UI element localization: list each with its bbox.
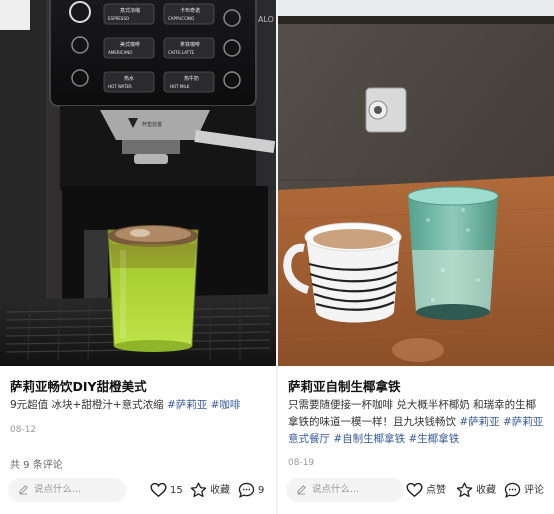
comment-count: 9	[258, 485, 265, 496]
hashtag-italian-restaurant[interactable]: 意式餐厅	[288, 433, 330, 445]
post-action-bar: 说点什么... 点赞 收藏 评论	[278, 478, 554, 504]
post-description[interactable]: 9元超值 冰块+甜橙汁+意式浓缩 #萨莉亚 #咖啡	[10, 397, 268, 414]
post-date: 08-19	[288, 458, 315, 468]
svg-text:拿铁咖啡: 拿铁咖啡	[180, 41, 200, 48]
svg-text:热水: 热水	[124, 75, 134, 82]
comment-button[interactable]: 评论	[504, 481, 548, 501]
hashtag-coffee[interactable]: #咖啡	[211, 399, 241, 411]
svg-text:ESPRESSO: ESPRESSO	[108, 16, 129, 21]
post-description[interactable]: 只需要随便接一杯咖啡 兑大概半杯椰奶 和瑞幸的生椰 拿铁的味道一模一样！且九块钱…	[288, 397, 546, 448]
svg-text:CAFFE LATTE: CAFFE LATTE	[168, 50, 194, 55]
collect-label: 收藏	[476, 485, 496, 496]
like-button[interactable]: 点赞	[406, 481, 450, 501]
post-title[interactable]: 萨莉亚自制生椰拿铁	[288, 376, 401, 395]
social-feed: 意式浓缩 ESPRESSO 卡布奇诺 CAPPUCCINO 美式咖啡 AMERI…	[0, 0, 554, 514]
hashtag-saliya[interactable]: #萨莉亚	[167, 399, 207, 411]
heart-icon	[150, 482, 167, 498]
comment-button[interactable]: 9	[238, 481, 270, 501]
svg-text:CAPPUCCINO: CAPPUCCINO	[168, 16, 194, 21]
collect-button[interactable]: 收藏	[190, 481, 232, 501]
hashtag-saliya[interactable]: #萨莉亚	[459, 416, 499, 428]
svg-text:美式咖啡: 美式咖啡	[120, 41, 140, 48]
post-photo-coconut-latte[interactable]	[278, 0, 554, 366]
heart-icon	[406, 482, 423, 498]
like-label: 点赞	[426, 485, 446, 496]
pen-icon	[19, 485, 28, 495]
comment-input[interactable]: 说点什么...	[8, 478, 126, 502]
svg-text:热牛奶: 热牛奶	[184, 75, 199, 82]
post-date: 08-12	[10, 425, 37, 435]
post-card-orange-americano[interactable]: 意式浓缩 ESPRESSO 卡布奇诺 CAPPUCCINO 美式咖啡 AMERI…	[0, 0, 276, 514]
hashtag-diy-coconut-latte[interactable]: #自制生椰拿铁	[333, 433, 405, 445]
svg-text:杯垫放置: 杯垫放置	[142, 121, 162, 128]
comment-bubble-icon	[238, 482, 255, 498]
post-card-coconut-latte[interactable]: 萨莉亚自制生椰拿铁 只需要随便接一杯咖啡 兑大概半杯椰奶 和瑞幸的生椰 拿铁的味…	[278, 0, 554, 514]
pen-icon	[297, 485, 306, 495]
desc-text: 9元超值 冰块+甜橙汁+意式浓缩	[10, 399, 167, 411]
svg-text:卡布奇诺: 卡布奇诺	[180, 7, 200, 14]
hashtag-coconut-latte[interactable]: #生椰拿铁	[409, 433, 460, 445]
comments-total[interactable]: 共 9 条评论	[10, 456, 63, 471]
collect-button[interactable]: 收藏	[456, 481, 500, 501]
comment-label: 评论	[524, 485, 544, 496]
comment-placeholder: 说点什么...	[34, 484, 82, 495]
post-title[interactable]: 萨莉亚畅饮DIY甜橙美式	[10, 376, 147, 395]
hashtag-saliya-2[interactable]: #萨莉亚	[503, 416, 543, 428]
post-action-bar: 说点什么... 15 收藏 9	[0, 478, 276, 504]
svg-text:HOT MILK: HOT MILK	[170, 84, 190, 89]
star-icon	[190, 482, 207, 498]
collect-label: 收藏	[210, 485, 230, 496]
svg-text:ALO: ALO	[258, 15, 274, 24]
like-count: 15	[170, 485, 183, 496]
svg-text:HOT WATER: HOT WATER	[108, 84, 132, 89]
comment-placeholder: 说点什么...	[312, 484, 360, 495]
like-button[interactable]: 15	[150, 481, 184, 501]
comment-input[interactable]: 说点什么...	[286, 478, 404, 502]
desc-line-3: 意式餐厅 #自制生椰拿铁 #生椰拿铁	[288, 431, 546, 448]
comment-bubble-icon	[504, 482, 521, 498]
panel-label-espresso: 意式浓缩	[120, 7, 140, 14]
post-photo-coffee-machine[interactable]: 意式浓缩 ESPRESSO 卡布奇诺 CAPPUCCINO 美式咖啡 AMERI…	[0, 0, 276, 366]
svg-text:AMERICANO: AMERICANO	[108, 50, 132, 55]
star-icon	[456, 482, 473, 498]
desc-line-1: 只需要随便接一杯咖啡 兑大概半杯椰奶 和瑞幸的生椰	[288, 399, 537, 411]
desc-line-2: 拿铁的味道一模一样！且九块钱畅饮 #萨莉亚 #萨莉亚	[288, 416, 544, 428]
